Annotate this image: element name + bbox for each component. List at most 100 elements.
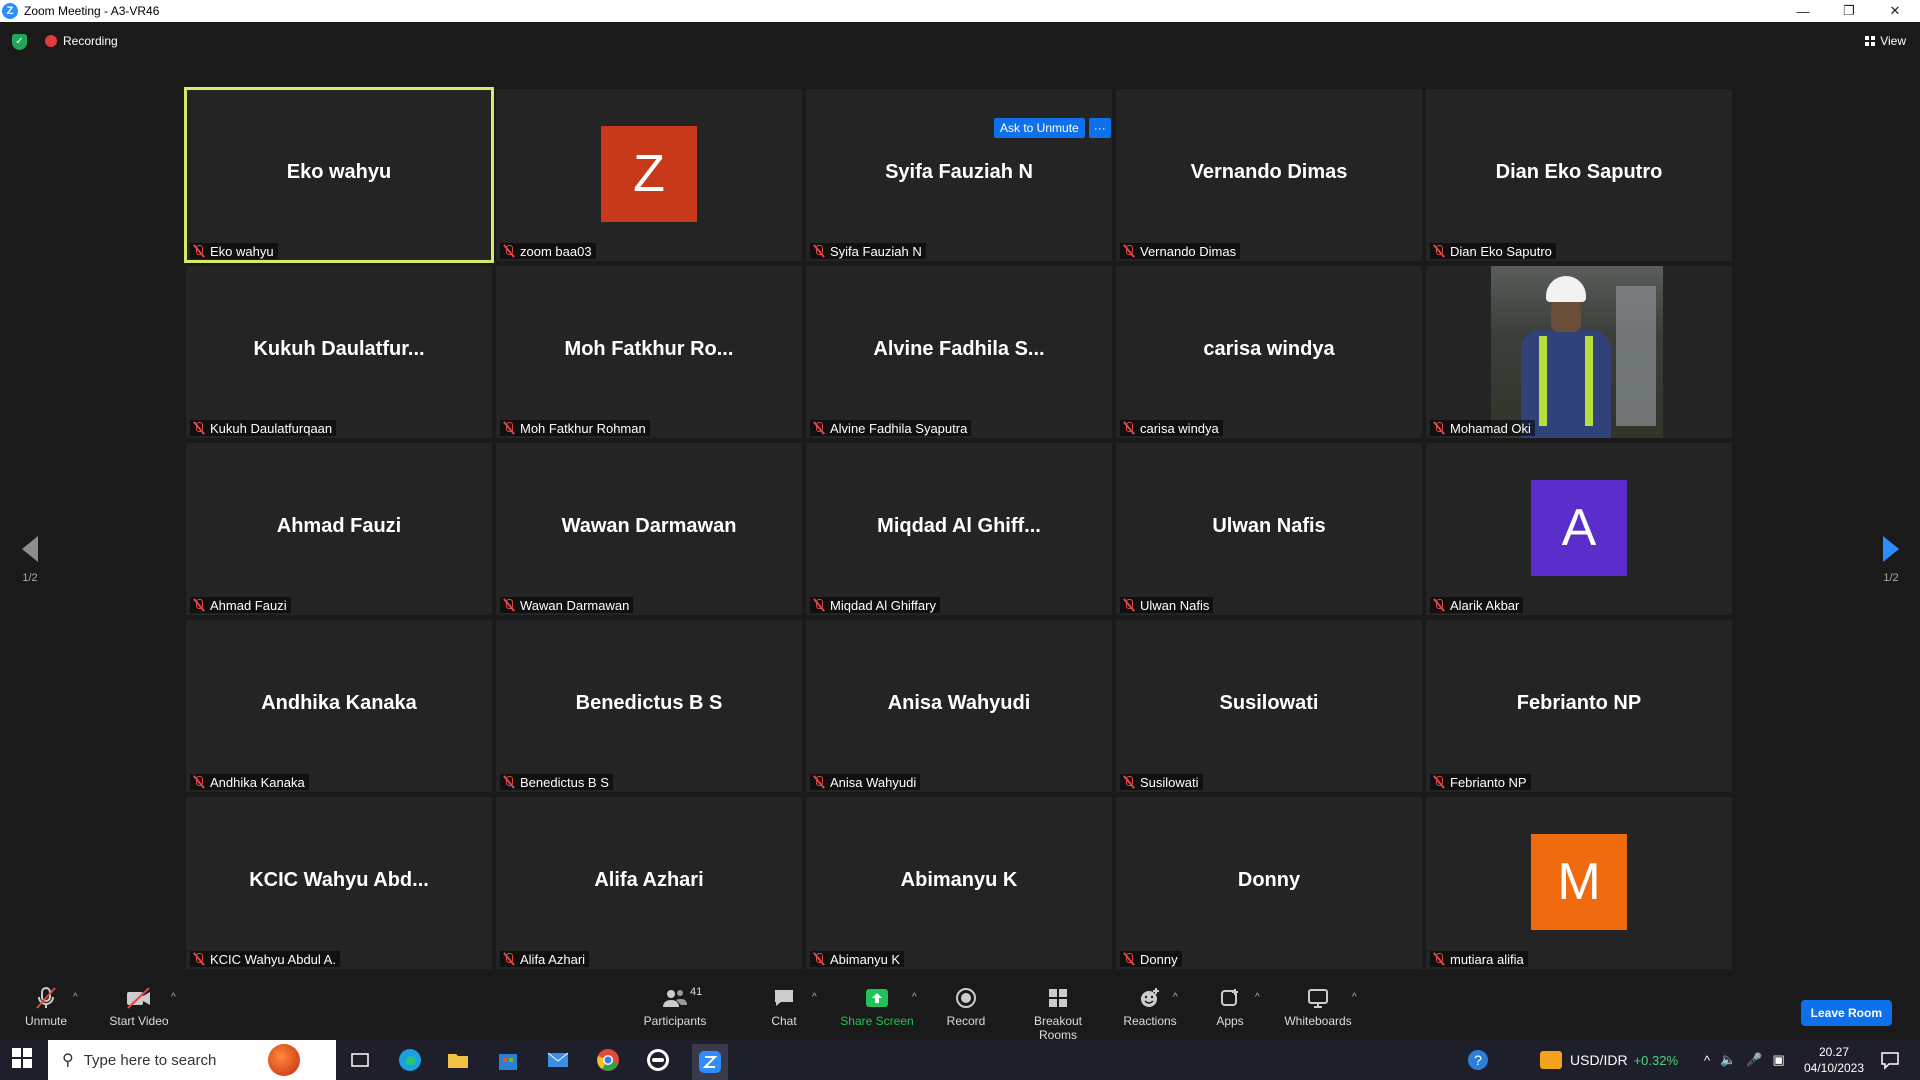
taskbar-search-input[interactable]: ⚲ Type here to search [48,1040,336,1080]
windows-start-icon[interactable] [12,1048,36,1072]
participant-name: Kukuh Daulatfurqaan [210,420,333,436]
participant-tile[interactable]: Ahmad Fauzi Ahmad Fauzi [186,443,492,615]
participant-tile[interactable]: Anisa Wahyudi Anisa Wahyudi [806,620,1112,792]
share-options-caret-icon[interactable]: ^ [912,992,917,1003]
edge-browser-icon[interactable] [398,1048,422,1072]
participant-name: Anisa Wahyudi [830,774,917,790]
participant-display-name: Febrianto NP [1516,692,1642,714]
apps-options-caret-icon[interactable]: ^ [1255,992,1260,1003]
whiteboards-options-caret-icon[interactable]: ^ [1352,992,1357,1003]
chrome-icon[interactable] [596,1048,620,1072]
participant-tile[interactable]: Eko wahyu Eko wahyu [184,87,494,263]
restore-button[interactable]: ❐ [1826,0,1872,22]
tray-chevron-icon[interactable]: ^ [1704,1053,1710,1068]
participant-tile[interactable]: Andhika Kanaka Andhika Kanaka [186,620,492,792]
participant-display-name: Miqdad Al Ghiff... [877,515,1041,537]
participant-name: Ahmad Fauzi [210,597,287,613]
video-off-icon [104,986,174,1010]
notifications-icon[interactable] [1880,1040,1900,1080]
start-video-button[interactable]: Start Video [104,986,174,1028]
participants-button[interactable]: 41 Participants [640,986,710,1028]
store-icon[interactable] [496,1048,520,1072]
participant-display-name: Donny [1237,869,1301,891]
muted-mic-icon [1432,244,1446,258]
participant-name-label: KCIC Wahyu Abdul A. [190,951,340,967]
participant-tile[interactable]: Wawan Darmawan Wawan Darmawan [496,443,802,615]
participant-name: Wawan Darmawan [520,597,630,613]
participant-tile[interactable]: Alifa Azhari Alifa Azhari [496,797,802,969]
participant-tile[interactable]: carisa windya carisa windya [1116,266,1422,438]
zoom-taskbar-icon[interactable] [692,1044,728,1080]
clock[interactable]: 20.27 04/10/2023 [1800,1040,1868,1080]
participant-name-label: Febrianto NP [1430,774,1531,790]
whiteboards-button[interactable]: Whiteboards [1282,986,1354,1028]
breakout-rooms-button[interactable]: Breakout Rooms [1014,986,1102,1042]
page-indicator-right: 1/2 [1883,572,1899,584]
reactions-options-caret-icon[interactable]: ^ [1173,992,1178,1003]
volume-icon[interactable]: 🔈 [1720,1052,1736,1068]
participant-name-label: Alvine Fadhila Syaputra [810,420,972,436]
participant-display-name: Moh Fatkhur Ro... [564,338,734,360]
participant-tile[interactable]: Susilowati Susilowati [1116,620,1422,792]
muted-mic-icon [1432,421,1446,435]
leave-room-button[interactable]: Leave Room [1800,1000,1892,1026]
participant-display-name: Eko wahyu [286,161,392,183]
microphone-icon[interactable]: 🎤 [1746,1052,1762,1068]
ask-to-unmute-button[interactable]: Ask to Unmute [994,118,1085,138]
participant-tile[interactable]: A Alarik Akbar [1426,443,1732,615]
participant-tile[interactable]: Moh Fatkhur Ro... Moh Fatkhur Rohman [496,266,802,438]
participant-tile[interactable]: Kukuh Daulatfur... Kukuh Daulatfurqaan [186,266,492,438]
participant-tile[interactable]: Mohamad Oki [1426,266,1732,438]
muted-mic-icon [192,952,206,966]
participant-name: Miqdad Al Ghiffary [830,597,936,613]
app-eye-icon[interactable] [646,1048,670,1072]
participant-avatar: M [1531,834,1627,930]
participant-name-label: Ahmad Fauzi [190,597,291,613]
participant-name: Susilowati [1140,774,1199,790]
muted-mic-icon [812,952,826,966]
chat-options-caret-icon[interactable]: ^ [812,992,817,1003]
window-title: Zoom Meeting - A3-VR46 [24,4,160,18]
file-explorer-icon[interactable] [446,1048,470,1072]
participant-tile[interactable]: Miqdad Al Ghiff... Miqdad Al Ghiffary [806,443,1112,615]
participant-tile[interactable]: Syifa Fauziah N Syifa Fauziah N [806,89,1112,261]
participant-tile[interactable]: Benedictus B S Benedictus B S [496,620,802,792]
more-options-button[interactable]: ··· [1088,118,1111,138]
audio-options-caret-icon[interactable]: ^ [73,992,78,1003]
participant-tile[interactable]: Vernando Dimas Vernando Dimas [1116,89,1422,261]
share-screen-button[interactable]: Share Screen [840,986,914,1028]
mail-icon[interactable] [546,1048,570,1072]
participant-tile[interactable]: Donny Donny [1116,797,1422,969]
participant-tile[interactable]: Dian Eko Saputro Dian Eko Saputro [1426,89,1732,261]
prev-page-button[interactable]: 1/2 [15,536,45,584]
unmute-button[interactable]: Unmute [22,986,70,1028]
currency-widget[interactable]: USD/IDR +0.32% [1540,1040,1678,1080]
network-icon[interactable]: ▣ [1772,1052,1784,1068]
participant-name-label: Dian Eko Saputro [1430,243,1556,259]
participant-tile[interactable]: Abimanyu K Abimanyu K [806,797,1112,969]
participant-name: KCIC Wahyu Abdul A. [210,951,336,967]
participant-tile[interactable]: KCIC Wahyu Abd... KCIC Wahyu Abdul A. [186,797,492,969]
recording-indicator[interactable]: Recording [45,34,118,48]
minimize-button[interactable]: — [1780,0,1826,22]
reactions-button[interactable]: Reactions [1122,986,1178,1028]
record-button[interactable]: Record [943,986,989,1028]
muted-mic-icon [502,244,516,258]
view-button[interactable]: View [1865,34,1906,48]
chat-button[interactable]: Chat [766,986,802,1028]
next-page-button[interactable]: 1/2 [1876,536,1906,584]
system-tray-icons[interactable]: ^ 🔈 🎤 ▣ [1704,1040,1785,1080]
close-button[interactable]: ✕ [1872,0,1918,22]
video-options-caret-icon[interactable]: ^ [171,992,176,1003]
help-icon[interactable]: ? [1466,1040,1490,1080]
participant-tile[interactable]: Ulwan Nafis Ulwan Nafis [1116,443,1422,615]
task-view-icon[interactable] [348,1048,372,1072]
muted-mic-icon [22,986,70,1010]
participant-tile[interactable]: Febrianto NP Febrianto NP [1426,620,1732,792]
svg-text:?: ? [1474,1052,1482,1068]
participant-tile[interactable]: Alvine Fadhila S... Alvine Fadhila Syaput… [806,266,1112,438]
security-shield-icon[interactable]: ✓ [12,34,27,50]
participant-tile[interactable]: Zzoom baa03 [496,89,802,261]
apps-button[interactable]: Apps [1210,986,1250,1028]
participant-tile[interactable]: Mmutiara alifia [1426,797,1732,969]
